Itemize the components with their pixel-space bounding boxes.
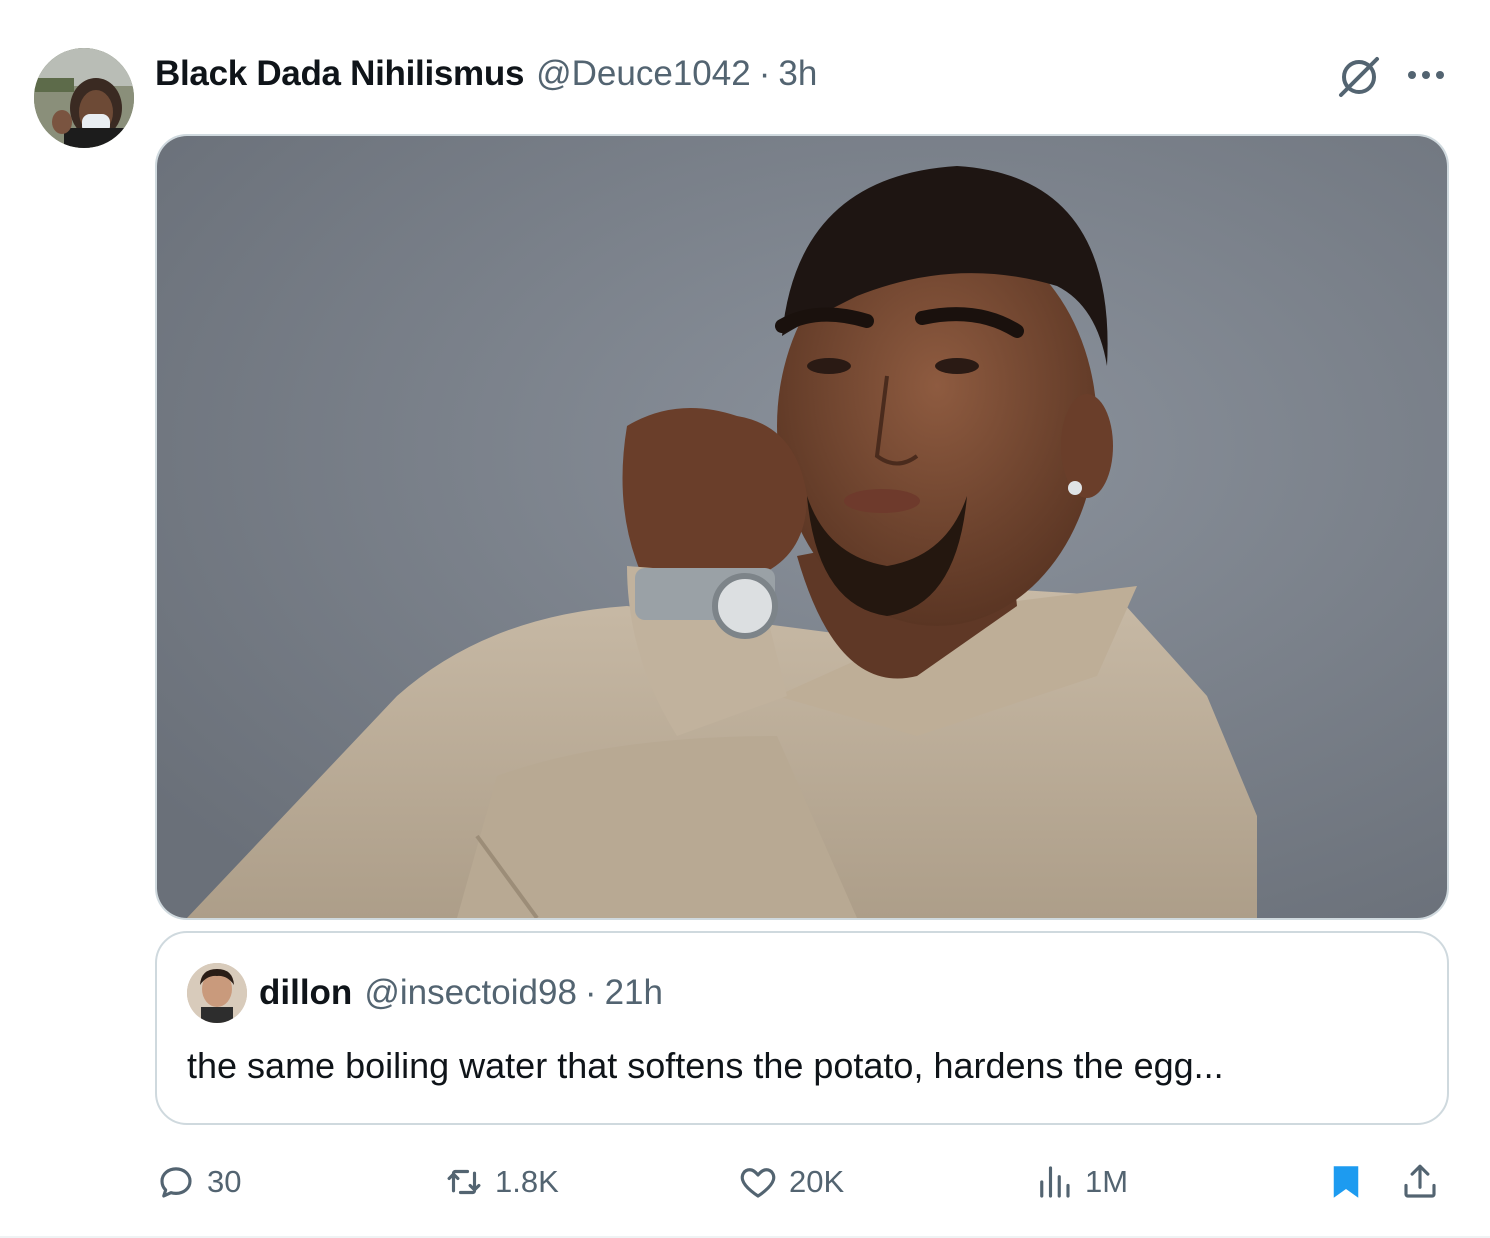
retweet-count: 1.8K	[495, 1164, 559, 1199]
grok-icon[interactable]	[1334, 52, 1384, 102]
like-button[interactable]: 20K	[737, 1152, 844, 1212]
views-icon	[1040, 1166, 1070, 1198]
share-button[interactable]	[1399, 1152, 1441, 1212]
separator: ·	[584, 973, 597, 1012]
like-icon	[740, 1168, 776, 1198]
tweet-time[interactable]: 3h	[778, 54, 817, 94]
tweet-header: Black Dada Nihilismus @Deuce1042 · 3h	[155, 50, 817, 98]
quoted-time[interactable]: 21h	[605, 973, 663, 1013]
separator: ·	[758, 54, 771, 93]
author-name[interactable]: Black Dada Nihilismus	[155, 54, 524, 94]
author-avatar[interactable]	[34, 48, 134, 148]
retweet-icon	[447, 1169, 481, 1195]
action-bar: 30 1.8K 20K 1M	[155, 1152, 1449, 1212]
retweet-button[interactable]: 1.8K	[443, 1152, 559, 1212]
more-icon[interactable]	[1404, 60, 1448, 90]
quoted-author-name[interactable]: dillon	[259, 973, 352, 1013]
quoted-text: the same boiling water that softens the …	[187, 1045, 1224, 1086]
tweet[interactable]: Black Dada Nihilismus @Deuce1042 · 3h di…	[0, 0, 1490, 1238]
share-icon	[1404, 1164, 1436, 1198]
views-button[interactable]: 1M	[1033, 1152, 1128, 1212]
author-handle[interactable]: @Deuce1042	[536, 54, 751, 94]
reply-count: 30	[207, 1164, 242, 1199]
quoted-author-avatar[interactable]	[187, 963, 247, 1023]
quoted-tweet[interactable]: dillon @insectoid98 · 21h the same boili…	[155, 931, 1449, 1125]
tweet-photo[interactable]	[155, 134, 1449, 920]
reply-icon	[160, 1167, 192, 1198]
like-count: 20K	[789, 1164, 845, 1199]
quoted-author-handle[interactable]: @insectoid98	[364, 973, 577, 1013]
reply-button[interactable]: 30	[155, 1152, 241, 1212]
bookmark-button[interactable]	[1325, 1152, 1367, 1212]
views-count: 1M	[1085, 1164, 1129, 1199]
quoted-header: dillon @insectoid98 · 21h	[259, 969, 663, 1017]
bookmark-icon	[1333, 1166, 1359, 1198]
